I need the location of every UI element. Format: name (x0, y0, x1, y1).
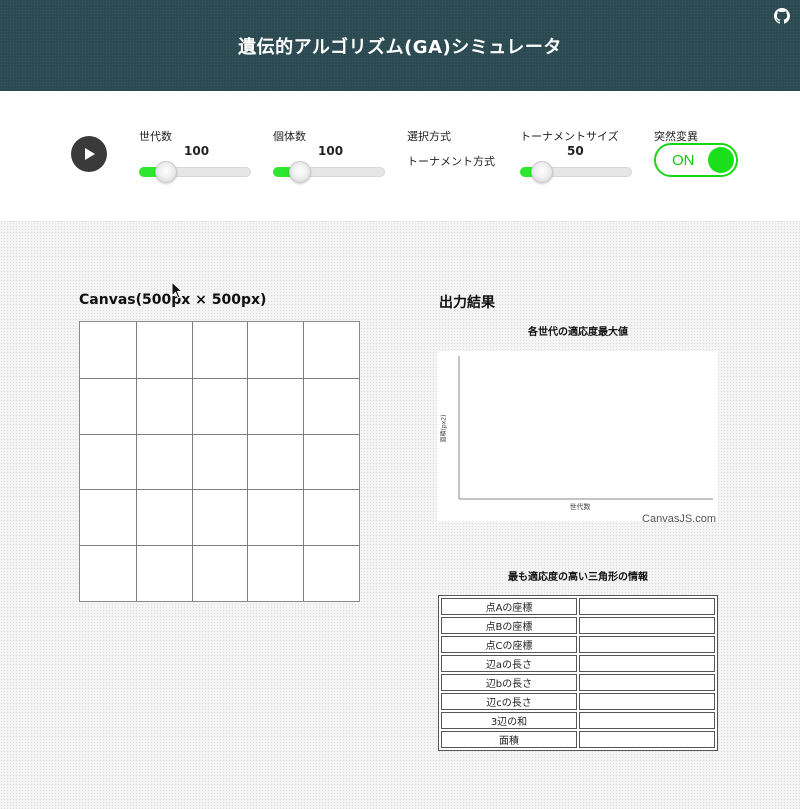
tournament-size-slider[interactable] (520, 161, 632, 183)
triangle-info-table: 点Aの座標点Bの座標点Cの座標辺aの長さ辺bの長さ辺cの長さ 3辺の和面積 (438, 595, 718, 751)
generations-label: 世代数 (139, 130, 172, 143)
table-row-label: 点Aの座標 (441, 598, 577, 615)
github-icon[interactable] (774, 8, 790, 24)
population-label: 個体数 (273, 130, 306, 143)
table-row-label: 辺aの長さ (441, 655, 577, 672)
table-row-value (579, 693, 715, 710)
table-row: 辺bの長さ (441, 674, 715, 691)
table-row-value (579, 636, 715, 653)
chart-axes (458, 356, 713, 500)
table-row-value (579, 731, 715, 748)
table-row: 点Aの座標 (441, 598, 715, 615)
mutation-label: 突然変異 (654, 130, 698, 143)
selection-value[interactable]: トーナメント方式 (407, 153, 495, 169)
slider-knob[interactable] (531, 161, 553, 183)
tournament-size-value: 50 (567, 144, 584, 158)
output-title: 出力結果 (439, 295, 495, 311)
generations-value: 100 (184, 144, 210, 158)
table-row: 点Bの座標 (441, 617, 715, 634)
control-panel: 世代数 100 個体数 100 選択方式 トーナメント方式 トーナメントサイズ … (0, 91, 800, 222)
toggle-state: ON (672, 152, 695, 169)
table-title: 最も適応度の高い三角形の情報 (508, 572, 648, 583)
app-header: 遺伝的アルゴリズム(GA)シミュレータ (0, 0, 800, 91)
chart-credit[interactable]: CanvasJS.com (642, 513, 716, 525)
play-button[interactable] (71, 136, 107, 172)
drawing-canvas[interactable] (79, 321, 360, 602)
table-row-value (579, 598, 715, 615)
mutation-toggle[interactable]: ON (654, 143, 738, 177)
generations-slider[interactable] (139, 161, 251, 183)
table-row: 3辺の和 (441, 712, 715, 729)
mouse-cursor-icon (171, 281, 184, 299)
chart-title: 各世代の適応度最大値 (528, 327, 628, 338)
table-row-label: 面積 (441, 731, 577, 748)
table-row-label: 点Bの座標 (441, 617, 577, 634)
table-row-label: 点Cの座標 (441, 636, 577, 653)
canvas-grid-lines (80, 322, 359, 601)
table-row-label: 3辺の和 (441, 712, 577, 729)
population-slider[interactable] (273, 161, 385, 183)
table-row-value (579, 617, 715, 634)
fitness-chart (437, 351, 718, 521)
table-row: 点Cの座標 (441, 636, 715, 653)
page-title: 遺伝的アルゴリズム(GA)シミュレータ (238, 37, 562, 58)
table-row-value (579, 712, 715, 729)
chart-y-label: 面積(px2) (440, 414, 448, 443)
play-icon (85, 148, 95, 160)
table-row-label: 辺cの長さ (441, 693, 577, 710)
tournament-size-label: トーナメントサイズ (520, 130, 619, 143)
table-row-value (579, 674, 715, 691)
table-row: 面積 (441, 731, 715, 748)
table-row: 辺cの長さ (441, 693, 715, 710)
table-row: 辺aの長さ (441, 655, 715, 672)
chart-x-label: 世代数 (569, 503, 591, 511)
table-row-label: 辺bの長さ (441, 674, 577, 691)
toggle-knob (708, 147, 734, 173)
selection-label: 選択方式 (407, 130, 451, 143)
slider-knob[interactable] (289, 161, 311, 183)
population-value: 100 (318, 144, 344, 158)
slider-knob[interactable] (155, 161, 177, 183)
table-row-value (579, 655, 715, 672)
